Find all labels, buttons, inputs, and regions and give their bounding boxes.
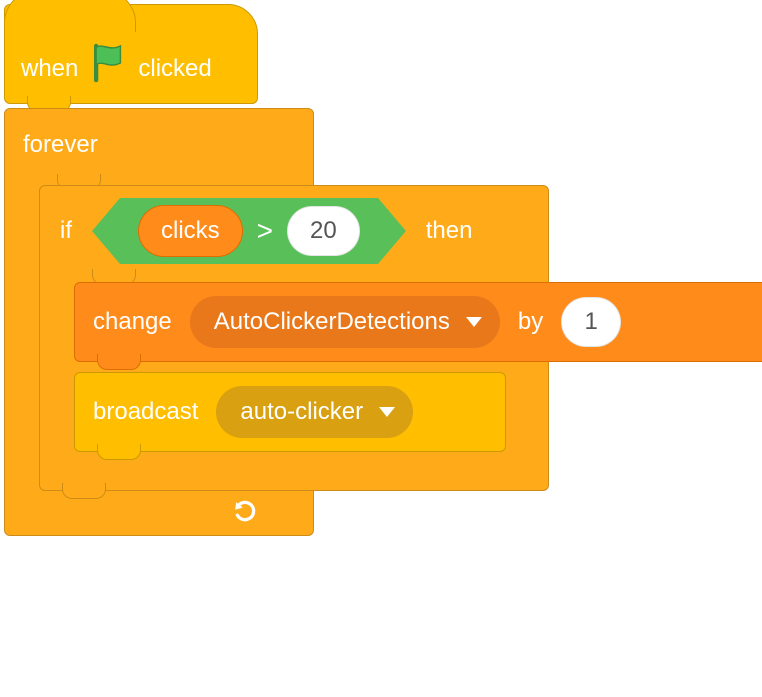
number-input[interactable]: 20 bbox=[287, 206, 360, 256]
label-if: if bbox=[60, 217, 72, 245]
operator-symbol: > bbox=[257, 215, 273, 247]
message-name: auto-clicker bbox=[240, 398, 363, 426]
greater-than-operator[interactable]: clicks > 20 bbox=[90, 198, 408, 264]
when-flag-clicked-block[interactable]: when clicked bbox=[4, 4, 258, 104]
variable-name: AutoClickerDetections bbox=[214, 308, 450, 336]
broadcast-block[interactable]: broadcast auto-clicker bbox=[74, 372, 506, 452]
chevron-down-icon bbox=[466, 317, 482, 327]
label-forever: forever bbox=[23, 131, 98, 159]
label-then: then bbox=[426, 217, 473, 245]
label-by: by bbox=[518, 308, 543, 336]
variable-dropdown[interactable]: AutoClickerDetections bbox=[190, 296, 500, 348]
label-when: when bbox=[21, 55, 78, 83]
chevron-down-icon bbox=[379, 407, 395, 417]
message-dropdown[interactable]: auto-clicker bbox=[216, 386, 413, 438]
variable-reporter-clicks[interactable]: clicks bbox=[138, 205, 243, 257]
label-broadcast: broadcast bbox=[93, 398, 198, 426]
loop-arrow-icon bbox=[233, 500, 259, 526]
scratch-script: when clicked forever if clicks bbox=[4, 4, 314, 536]
label-change: change bbox=[93, 308, 172, 336]
number-input-amount[interactable]: 1 bbox=[561, 297, 621, 347]
green-flag-icon bbox=[90, 43, 128, 83]
forever-block[interactable]: forever if clicks > 20 then bbox=[4, 108, 314, 536]
label-clicked: clicked bbox=[138, 55, 211, 83]
if-then-block[interactable]: if clicks > 20 then change bbox=[39, 185, 549, 491]
change-variable-by-block[interactable]: change AutoClickerDetections by 1 bbox=[74, 282, 762, 362]
